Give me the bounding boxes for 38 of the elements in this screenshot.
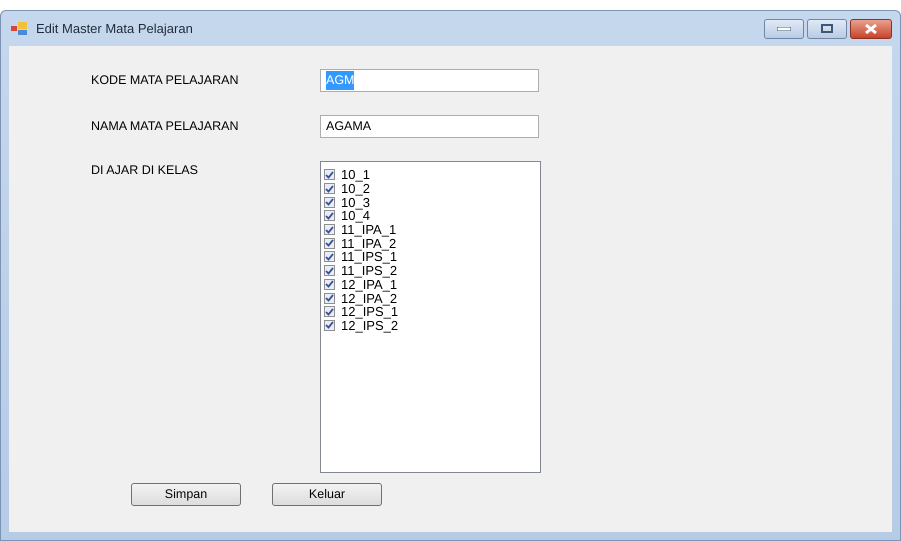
- window-title: Edit Master Mata Pelajaran: [36, 20, 193, 38]
- checkbox[interactable]: [324, 224, 335, 236]
- close-button[interactable]: [850, 18, 892, 38]
- checkbox-label: 11_IPA_2: [341, 236, 396, 250]
- checkbox-label: 12_IPS_2: [341, 318, 398, 332]
- text-field[interactable]: AGAMA: [320, 115, 539, 138]
- checkbox-label: 11_IPA_1: [341, 223, 396, 236]
- field-label: KODE MATA PELAJARAN: [91, 72, 240, 90]
- checkbox-label: 12_IPA_2: [341, 292, 398, 305]
- app-icon: [11, 21, 28, 36]
- checkbox-label: 10_4: [341, 209, 370, 222]
- checkbox-label: 10_1: [341, 168, 370, 182]
- checkbox-label: 10_2: [341, 182, 370, 196]
- checkbox-label: 10_3: [341, 196, 370, 209]
- checkbox[interactable]: [324, 265, 335, 276]
- checkbox[interactable]: [324, 169, 335, 180]
- checkbox[interactable]: [324, 278, 335, 290]
- list-label: DI AJAR DI KELAS: [91, 162, 199, 179]
- action-button[interactable]: Simpan: [131, 483, 241, 506]
- checkbox[interactable]: [324, 196, 335, 208]
- checkbox[interactable]: [324, 238, 335, 249]
- checkbox-label: 11_IPS_1: [341, 250, 398, 264]
- action-button[interactable]: Keluar: [272, 483, 382, 506]
- minimize-button[interactable]: [764, 18, 804, 38]
- minimize-icon: [777, 26, 791, 30]
- checkbox-label: 11_IPS_2: [341, 264, 398, 278]
- checkbox-label: 12_IPS_1: [341, 305, 398, 318]
- field-label: NAMA MATA PELAJARAN: [91, 118, 240, 136]
- checkbox[interactable]: [324, 251, 335, 262]
- checkbox[interactable]: [324, 306, 335, 318]
- close-icon: [864, 24, 878, 34]
- maximize-icon: [821, 24, 833, 33]
- checkbox[interactable]: [324, 183, 335, 194]
- checkbox-label: 12_IPA_1: [341, 278, 398, 291]
- checkbox[interactable]: [324, 320, 335, 331]
- checkbox[interactable]: [324, 292, 335, 304]
- maximize-button[interactable]: [807, 18, 847, 38]
- checkbox[interactable]: [324, 210, 335, 222]
